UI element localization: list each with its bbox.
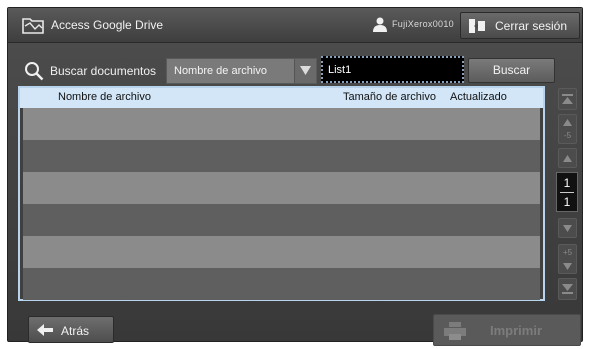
scroll-up-button[interactable]	[558, 148, 577, 168]
scroll-up-5-button[interactable]: -5	[558, 114, 577, 144]
chevron-down-icon	[563, 225, 572, 232]
app-title: Access Google Drive	[51, 18, 164, 32]
table-row[interactable]	[23, 204, 540, 236]
scroll-down-5-button[interactable]: +5	[558, 244, 577, 274]
dropdown-selected-value: Nombre de archivo	[174, 65, 267, 77]
search-input[interactable]	[321, 56, 464, 83]
back-button[interactable]: Atrás	[28, 316, 114, 343]
back-label: Atrás	[61, 324, 90, 338]
chevron-down-icon	[563, 263, 572, 270]
table-row[interactable]	[23, 140, 540, 172]
table-header: Nombre de archivo Tamaño de archivo Actu…	[20, 88, 543, 108]
current-page: 1	[563, 176, 571, 190]
logout-label: Cerrar sesión	[495, 19, 568, 33]
user-icon	[373, 17, 387, 32]
user-name: FujiXerox0010	[392, 19, 454, 29]
search-button[interactable]: Buscar	[468, 58, 555, 83]
chevron-up-icon	[563, 155, 572, 162]
table-row[interactable]	[23, 108, 540, 140]
column-header-size[interactable]: Tamaño de archivo	[343, 91, 436, 103]
column-header-updated[interactable]: Actualizado	[450, 91, 507, 103]
title-bar: Access Google Drive FujiXerox0010 Cerrar…	[8, 8, 582, 43]
step-up-label: -5	[563, 131, 572, 140]
search-label: Buscar documentos	[50, 64, 157, 78]
print-label: Imprimir	[490, 323, 543, 338]
table-row[interactable]	[23, 268, 540, 300]
table-row[interactable]	[23, 172, 540, 204]
scroll-bottom-button[interactable]	[558, 278, 577, 300]
chevron-up-icon	[563, 119, 572, 126]
search-icon	[24, 61, 44, 81]
printer-icon	[444, 322, 466, 343]
main-window: Access Google Drive FujiXerox0010 Cerrar…	[7, 7, 583, 346]
table-row[interactable]	[23, 236, 540, 268]
file-table: Nombre de archivo Tamaño de archivo Actu…	[18, 86, 545, 301]
scroll-top-button[interactable]	[558, 88, 577, 110]
chevron-down-icon[interactable]	[294, 59, 316, 83]
scroll-down-button[interactable]	[558, 218, 577, 238]
page-divider	[560, 192, 574, 193]
logout-button[interactable]: Cerrar sesión	[460, 12, 580, 39]
column-header-filename[interactable]: Nombre de archivo	[58, 91, 151, 103]
step-down-label: +5	[562, 248, 573, 257]
total-pages: 1	[563, 195, 571, 209]
arrow-left-icon	[37, 324, 53, 339]
print-button[interactable]: Imprimir	[433, 314, 581, 346]
logout-icon	[469, 19, 485, 33]
search-field-dropdown[interactable]: Nombre de archivo	[166, 58, 317, 84]
folder-drive-icon	[22, 16, 44, 35]
page-indicator: 1 1	[556, 172, 578, 212]
